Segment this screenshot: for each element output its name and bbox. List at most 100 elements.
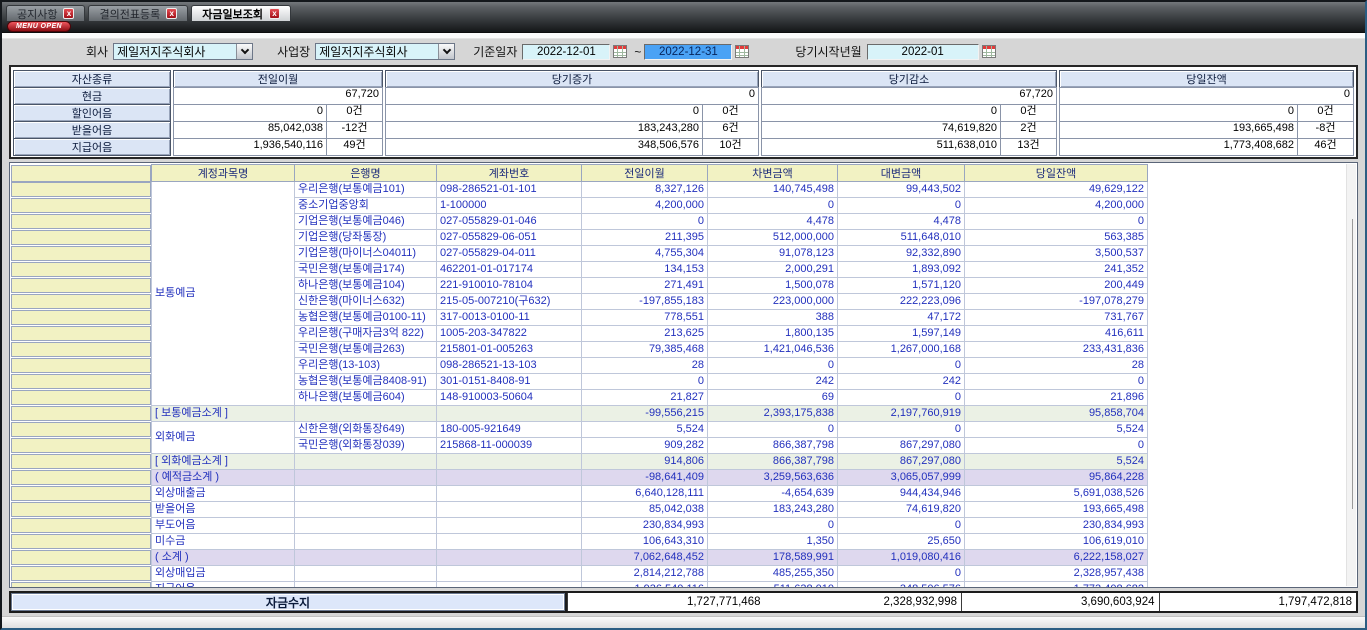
tab-notice[interactable]: 공지사항 x [6,5,85,21]
tab-fund-daily-report[interactable]: 자금일보조회 x [191,5,291,21]
row-selector[interactable] [11,390,151,405]
balance-cell[interactable]: 0 [965,374,1148,390]
account-number-cell[interactable]: 098-286521-01-101 [437,182,582,198]
account-number-cell[interactable]: 215801-01-005263 [437,342,582,358]
vertical-scrollbar[interactable] [1346,164,1356,586]
account-number-cell[interactable]: 462201-01-017174 [437,262,582,278]
account-number-cell[interactable]: 221-910010-78104 [437,278,582,294]
credit-cell[interactable]: 867,297,080 [838,454,965,470]
carryover-cell[interactable]: 6,640,128,111 [582,486,708,502]
date-from-input[interactable]: 2022-12-01 [522,44,610,60]
row-selector[interactable] [11,230,151,245]
bank-name-cell[interactable]: 기업은행(당좌통장) [295,230,437,246]
account-name-cell[interactable]: 외상매출금 [152,486,295,502]
balance-cell[interactable]: 241,352 [965,262,1148,278]
debit-cell[interactable]: 223,000,000 [708,294,838,310]
credit-cell[interactable]: 2,197,760,919 [838,406,965,422]
scrollbar-thumb[interactable] [1352,219,1353,509]
account-number-cell[interactable] [437,550,582,566]
calendar-icon[interactable] [982,45,996,58]
carryover-cell[interactable]: 8,327,126 [582,182,708,198]
debit-cell[interactable]: 866,387,798 [708,454,838,470]
balance-cell[interactable]: 95,864,228 [965,470,1148,486]
carryover-cell[interactable]: -98,641,409 [582,470,708,486]
row-selector[interactable] [11,182,151,197]
bank-name-cell[interactable]: 하나은행(보통예금604) [295,390,437,406]
carryover-cell[interactable]: 230,834,993 [582,518,708,534]
balance-cell[interactable]: 193,665,498 [965,502,1148,518]
account-name-cell[interactable]: 지급어음 [152,582,295,589]
row-selector[interactable] [11,518,151,533]
credit-cell[interactable]: 0 [838,422,965,438]
row-selector[interactable] [11,262,151,277]
bank-name-cell[interactable] [295,518,437,534]
account-number-cell[interactable]: 215868-11-000039 [437,438,582,454]
bank-name-cell[interactable] [295,406,437,422]
balance-cell[interactable]: 563,385 [965,230,1148,246]
account-number-cell[interactable]: 1005-203-347822 [437,326,582,342]
carryover-cell[interactable]: 2,814,212,788 [582,566,708,582]
carryover-cell[interactable]: 909,282 [582,438,708,454]
balance-cell[interactable]: 2,328,957,438 [965,566,1148,582]
account-number-cell[interactable] [437,406,582,422]
row-selector[interactable] [11,566,151,581]
account-number-cell[interactable] [437,566,582,582]
debit-cell[interactable]: 1,350 [708,534,838,550]
credit-cell[interactable]: 74,619,820 [838,502,965,518]
credit-cell[interactable]: 944,434,946 [838,486,965,502]
credit-cell[interactable]: 25,650 [838,534,965,550]
debit-cell[interactable]: 0 [708,518,838,534]
debit-cell[interactable]: 2,000,291 [708,262,838,278]
carryover-cell[interactable]: 1,936,540,116 [582,582,708,589]
account-number-cell[interactable]: 027-055829-06-051 [437,230,582,246]
account-number-cell[interactable] [437,518,582,534]
credit-cell[interactable]: 348,506,576 [838,582,965,589]
row-selector[interactable] [11,374,151,389]
account-number-cell[interactable]: 317-0013-0100-11 [437,310,582,326]
row-selector[interactable] [11,326,151,341]
carryover-cell[interactable]: 21,827 [582,390,708,406]
account-name-cell[interactable]: ( 소계 ) [152,550,295,566]
account-number-cell[interactable] [437,470,582,486]
credit-cell[interactable]: 92,332,890 [838,246,965,262]
balance-cell[interactable]: 49,629,122 [965,182,1148,198]
carryover-cell[interactable]: 4,755,304 [582,246,708,262]
account-name-cell[interactable]: [ 외화예금소계 ] [152,454,295,470]
chevron-down-icon[interactable] [236,44,252,59]
credit-cell[interactable]: 867,297,080 [838,438,965,454]
balance-cell[interactable]: 106,619,010 [965,534,1148,550]
balance-cell[interactable]: -197,078,279 [965,294,1148,310]
carryover-cell[interactable]: 914,806 [582,454,708,470]
account-number-cell[interactable]: 301-0151-8408-91 [437,374,582,390]
account-number-cell[interactable]: 215-05-007210(구632) [437,294,582,310]
row-selector[interactable] [11,486,151,501]
row-selector[interactable] [11,278,151,293]
row-selector[interactable] [11,470,151,485]
debit-cell[interactable]: 485,255,350 [708,566,838,582]
debit-cell[interactable]: 0 [708,198,838,214]
bank-name-cell[interactable]: 하나은행(보통예금104) [295,278,437,294]
debit-cell[interactable]: 4,478 [708,214,838,230]
balance-cell[interactable]: 5,691,038,526 [965,486,1148,502]
menu-open-button[interactable]: MENU OPEN [7,21,71,32]
debit-cell[interactable]: 140,745,498 [708,182,838,198]
carryover-cell[interactable]: 79,385,468 [582,342,708,358]
debit-cell[interactable]: 3,259,563,636 [708,470,838,486]
account-number-cell[interactable] [437,534,582,550]
row-selector[interactable] [11,358,151,373]
carryover-cell[interactable]: -197,855,183 [582,294,708,310]
carryover-cell[interactable]: 211,395 [582,230,708,246]
date-to-input[interactable]: 2022-12-31 [644,44,732,60]
balance-cell[interactable]: 731,767 [965,310,1148,326]
row-selector[interactable] [11,502,151,517]
balance-cell[interactable]: 6,222,158,027 [965,550,1148,566]
credit-cell[interactable]: 0 [838,390,965,406]
credit-cell[interactable]: 0 [838,518,965,534]
debit-cell[interactable]: 91,078,123 [708,246,838,262]
carryover-cell[interactable]: 85,042,038 [582,502,708,518]
balance-cell[interactable]: 28 [965,358,1148,374]
account-name-cell[interactable]: 받을어음 [152,502,295,518]
calendar-icon[interactable] [613,45,627,58]
company-select[interactable]: 제일저지주식회사 [113,43,253,60]
credit-cell[interactable]: 0 [838,358,965,374]
